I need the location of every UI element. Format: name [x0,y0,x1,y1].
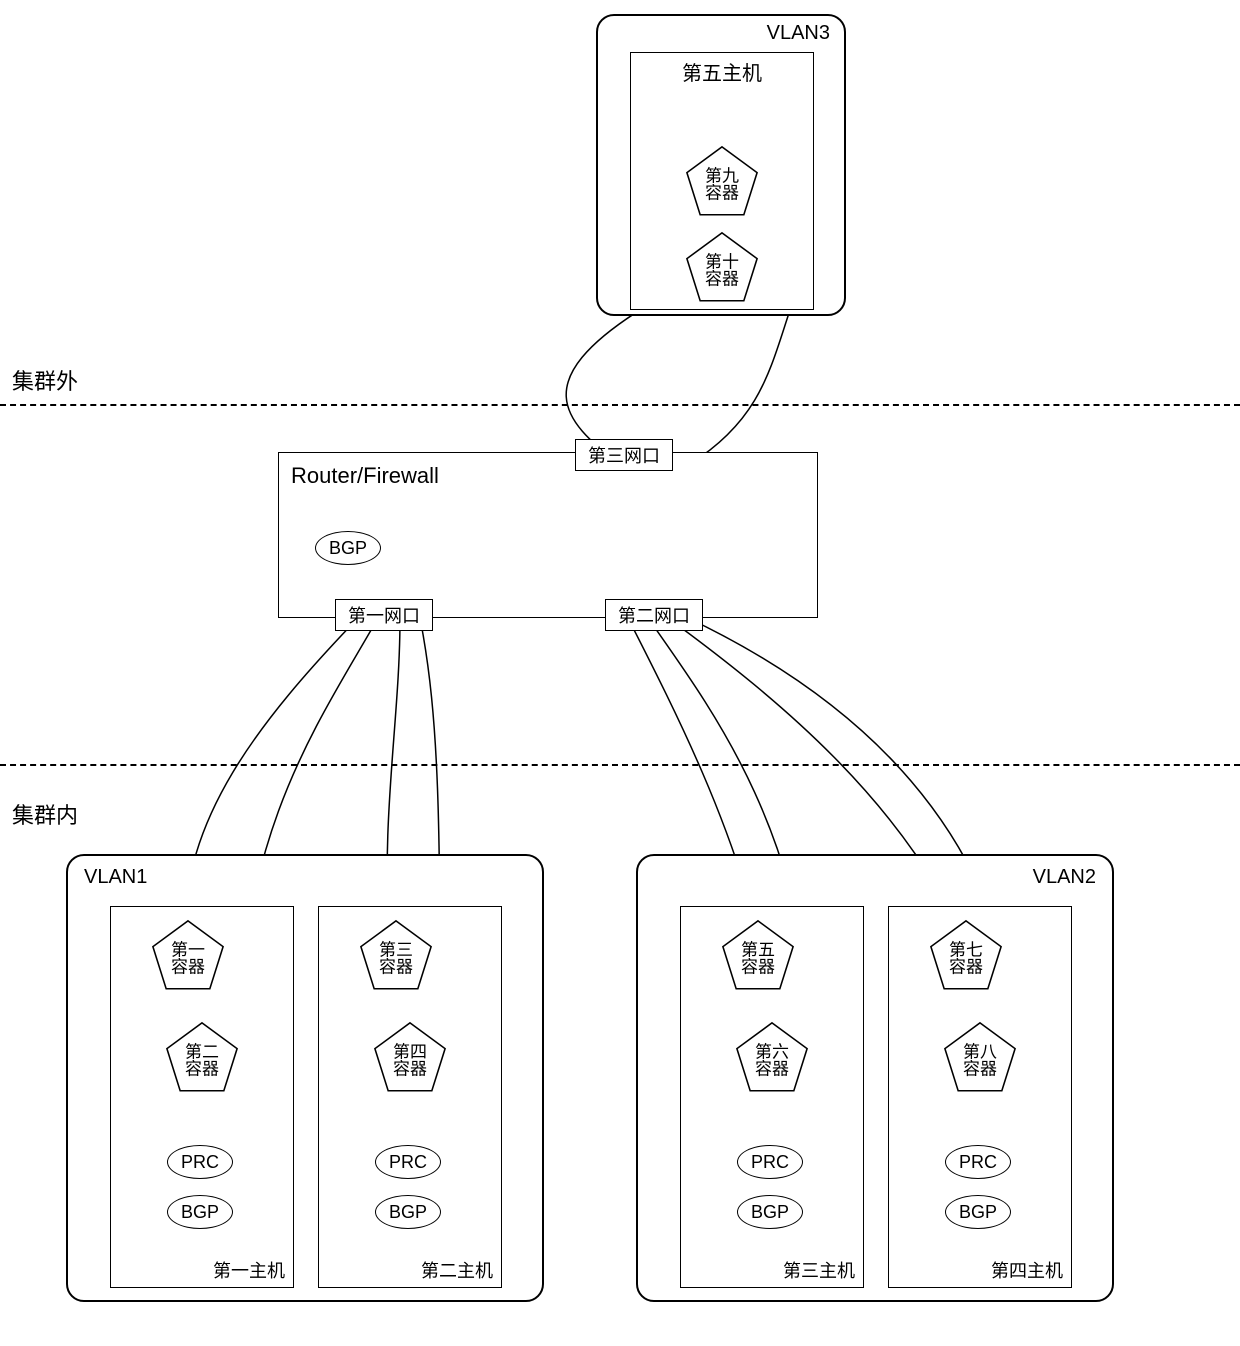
vlan1-group: VLAN1 第一容器 第二容器 PRC BGP 第一主机 第三容器 第四容器 P… [66,854,544,1302]
host5-title: 第五主机 [631,53,813,90]
vlan3-group: VLAN3 第五主机 第九容器 第十容器 [596,14,846,316]
host5: 第五主机 第九容器 第十容器 [630,52,814,310]
host3-bottom: 第三主机 [783,1257,855,1283]
host3-bgp: BGP [737,1195,803,1229]
label-inside-cluster: 集群内 [12,798,78,830]
host4: 第七容器 第八容器 PRC BGP 第四主机 [888,906,1072,1288]
container-7: 第七容器 [927,917,1005,995]
router-firewall: Router/Firewall BGP 第三网口 第一网口 第二网口 [278,452,818,618]
host1-bgp: BGP [167,1195,233,1229]
port-2: 第二网口 [605,599,703,631]
separator-bottom [0,764,1240,766]
router-title: Router/Firewall [291,463,439,489]
vlan2-title: VLAN2 [1033,866,1096,889]
port-1: 第一网口 [335,599,433,631]
host1: 第一容器 第二容器 PRC BGP 第一主机 [110,906,294,1288]
container-10: 第十容器 [683,229,761,307]
container-1: 第一容器 [149,917,227,995]
container-6: 第六容器 [733,1019,811,1097]
vlan1-title: VLAN1 [84,866,147,889]
host4-bgp: BGP [945,1195,1011,1229]
host2: 第三容器 第四容器 PRC BGP 第二主机 [318,906,502,1288]
host3-prc: PRC [737,1145,803,1179]
container-3: 第三容器 [357,917,435,995]
vlan2-group: VLAN2 第五容器 第六容器 PRC BGP 第三主机 第七容器 第八容器 P… [636,854,1114,1302]
separator-top [0,404,1240,406]
host2-bgp: BGP [375,1195,441,1229]
container-4: 第四容器 [371,1019,449,1097]
host3: 第五容器 第六容器 PRC BGP 第三主机 [680,906,864,1288]
host1-bottom: 第一主机 [213,1257,285,1283]
host1-prc: PRC [167,1145,233,1179]
container-9: 第九容器 [683,143,761,221]
vlan3-title: VLAN3 [767,22,830,45]
label-outside-cluster: 集群外 [12,364,78,396]
host4-prc: PRC [945,1145,1011,1179]
host4-bottom: 第四主机 [991,1257,1063,1283]
container-8: 第八容器 [941,1019,1019,1097]
container-5: 第五容器 [719,917,797,995]
port-3: 第三网口 [575,439,673,471]
container-2: 第二容器 [163,1019,241,1097]
host2-bottom: 第二主机 [421,1257,493,1283]
router-bgp: BGP [315,531,381,565]
host2-prc: PRC [375,1145,441,1179]
